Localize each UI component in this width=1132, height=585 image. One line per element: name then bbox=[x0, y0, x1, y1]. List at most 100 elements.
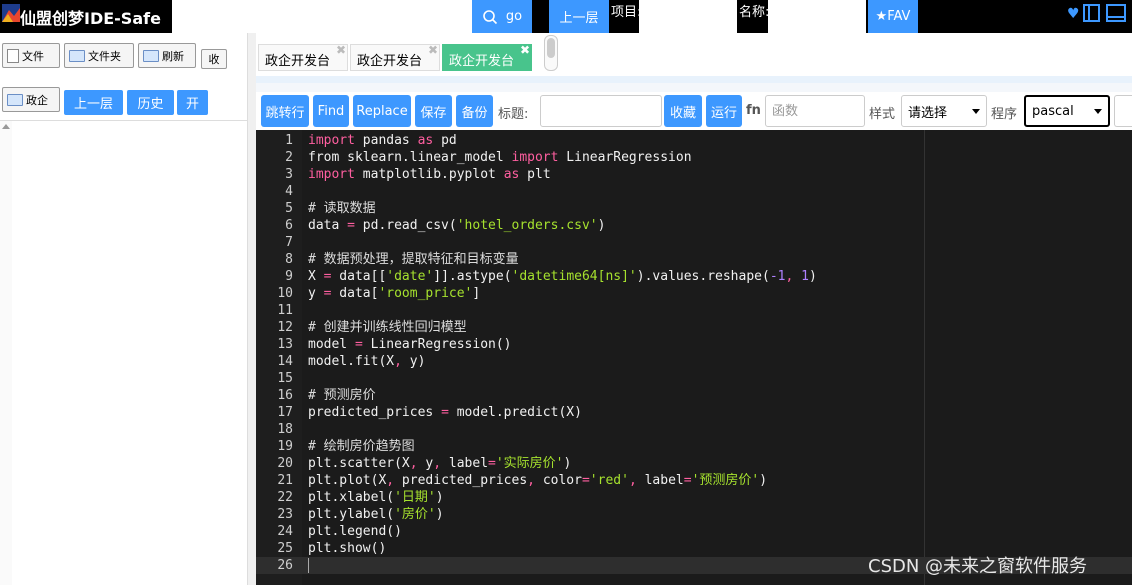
code-token: # 绘制房价趋势图 bbox=[308, 439, 415, 454]
toggle-panel-icon[interactable] bbox=[1106, 4, 1126, 22]
code-line[interactable]: 24 plt.legend() bbox=[256, 523, 1132, 540]
code-token: 'room_price' bbox=[378, 286, 473, 301]
code-line[interactable]: 20 plt.scatter(X, y, label='实际房价') bbox=[256, 455, 1132, 472]
go-button[interactable]: go bbox=[472, 0, 532, 33]
new-folder-button[interactable]: 文件夹 bbox=[64, 43, 134, 68]
line-code-text: model.fit(X, y) bbox=[308, 353, 425, 370]
code-token: = bbox=[581, 473, 590, 488]
code-line[interactable]: 2 from sklearn.linear_model import Linear… bbox=[256, 149, 1132, 166]
open-button[interactable]: 开 bbox=[177, 90, 208, 115]
extra-input[interactable] bbox=[1114, 95, 1132, 127]
code-token: plt.ylabel( bbox=[308, 507, 395, 522]
app-title: 仙盟创梦IDE-Safe bbox=[20, 9, 161, 28]
code-token: ) bbox=[759, 473, 768, 488]
code-editor[interactable]: 1 import pandas as pd 2 from sklearn.linear… bbox=[256, 130, 1132, 585]
code-token: label bbox=[636, 473, 684, 488]
line-number: 6 bbox=[285, 218, 293, 233]
line-number: 25 bbox=[277, 541, 293, 556]
code-line[interactable]: 12 # 创建并训练线性回归模型 bbox=[256, 319, 1132, 336]
close-icon[interactable]: ✖ bbox=[428, 43, 438, 57]
save-button[interactable]: 保存 bbox=[415, 95, 452, 127]
code-line[interactable]: 19 # 绘制房价趋势图 bbox=[256, 438, 1132, 455]
backup-button[interactable]: 备份 bbox=[456, 95, 493, 127]
line-code-text: plt.plot(X, predicted_prices, color='red… bbox=[308, 472, 767, 489]
code-token: y) bbox=[401, 354, 426, 369]
code-token: , bbox=[386, 473, 395, 488]
title-input[interactable] bbox=[540, 95, 662, 127]
code-line[interactable]: 1 import pandas as pd bbox=[256, 132, 1132, 149]
tab-editor-2[interactable]: 政企开发台 ✖ bbox=[350, 43, 440, 71]
code-token: = bbox=[441, 405, 449, 420]
code-line[interactable]: 4 bbox=[256, 183, 1132, 200]
code-line[interactable]: 11 bbox=[256, 302, 1132, 319]
history-button[interactable]: 历史 bbox=[127, 90, 174, 115]
code-token: plt.legend() bbox=[308, 524, 402, 539]
line-number: 19 bbox=[277, 439, 293, 454]
code-token: ).values.reshape( bbox=[636, 269, 770, 284]
code-line[interactable]: 21 plt.plot(X, predicted_prices, color='r… bbox=[256, 472, 1132, 489]
fav-button[interactable]: ★FAV bbox=[868, 0, 918, 33]
code-line[interactable]: 14 model.fit(X, y) bbox=[256, 353, 1132, 370]
program-language-select[interactable]: pascal bbox=[1024, 95, 1110, 127]
tab-editor-1[interactable]: 政企开发台 ✖ bbox=[258, 43, 348, 71]
code-line[interactable]: 8 # 数据预处理，提取特征和目标变量 bbox=[256, 251, 1132, 268]
code-line[interactable]: 18 bbox=[256, 421, 1132, 438]
editor-toolbar: 跳转行 Find Replace 保存 备份 标题: 收藏 运行 fn 样式 请… bbox=[256, 92, 1132, 130]
heart-icon[interactable]: ♥ bbox=[1067, 6, 1080, 22]
line-number: 23 bbox=[277, 507, 293, 522]
code-token: ]].astype( bbox=[433, 269, 512, 284]
new-file-button[interactable]: 文件 bbox=[2, 43, 60, 68]
code-token: LinearRegression() bbox=[362, 337, 512, 352]
project-input[interactable] bbox=[639, 0, 737, 33]
code-token: = bbox=[683, 473, 692, 488]
code-token: ) bbox=[597, 218, 606, 233]
code-line[interactable]: 6 data = pd.read_csv('hotel_orders.csv') bbox=[256, 217, 1132, 234]
editor-tab-bar: 政企开发台 ✖ 政企开发台 ✖ 政企开发台 ✖ bbox=[256, 33, 1132, 76]
code-token: # 读取数据 bbox=[308, 201, 376, 216]
refresh-button[interactable]: 刷新 bbox=[138, 43, 196, 68]
bookmark-button[interactable]: 收藏 bbox=[664, 95, 702, 127]
run-button[interactable]: 运行 bbox=[706, 95, 742, 127]
close-icon[interactable]: ✖ bbox=[336, 43, 346, 57]
replace-button[interactable]: Replace bbox=[353, 95, 411, 127]
toggle-sidebar-icon[interactable] bbox=[1083, 4, 1100, 22]
code-line[interactable]: 3 import matplotlib.pyplot as plt bbox=[256, 166, 1132, 183]
parent-dir-button[interactable]: 上一层 bbox=[549, 0, 609, 33]
code-line[interactable]: 22 plt.xlabel('日期') bbox=[256, 489, 1132, 506]
code-line[interactable]: 23 plt.ylabel('房价') bbox=[256, 506, 1132, 523]
file-tree-scrollbar[interactable] bbox=[0, 121, 12, 585]
goto-line-button[interactable]: 跳转行 bbox=[261, 95, 309, 127]
project-label: 项目: bbox=[611, 5, 642, 20]
tab-scrollbar[interactable] bbox=[544, 35, 558, 71]
function-input[interactable] bbox=[765, 95, 865, 127]
code-token: -1 bbox=[769, 269, 786, 284]
gov-folder-button[interactable]: 政企 bbox=[2, 87, 60, 112]
code-token: , bbox=[409, 456, 418, 471]
sidebar-splitter[interactable] bbox=[247, 33, 256, 585]
new-folder-label: 文件夹 bbox=[88, 49, 121, 63]
top-bar: 仙盟创梦IDE-Safe go 上一层 项目: 名称: ★FAV ♥ bbox=[0, 0, 1132, 33]
code-line[interactable]: 7 bbox=[256, 234, 1132, 251]
sidebar-parent-dir-button[interactable]: 上一层 bbox=[64, 90, 123, 115]
collapse-sidebar-button[interactable]: 收 bbox=[201, 49, 227, 69]
scroll-up-arrow-icon[interactable] bbox=[2, 124, 10, 129]
code-line[interactable]: 9 X = data[['date']].astype('datetime64[n… bbox=[256, 268, 1132, 285]
tab-editor-3-active[interactable]: 政企开发台 ✖ bbox=[442, 43, 532, 71]
code-line[interactable]: 16 # 预测房价 bbox=[256, 387, 1132, 404]
program-label: 程序 bbox=[991, 107, 1018, 122]
code-line[interactable]: 13 model = LinearRegression() bbox=[256, 336, 1132, 353]
code-line[interactable]: 17 predicted_prices = model.predict(X) bbox=[256, 404, 1132, 421]
code-token: 'hotel_orders.csv' bbox=[456, 218, 598, 233]
find-button[interactable]: Find bbox=[313, 95, 349, 127]
name-input[interactable] bbox=[768, 0, 866, 33]
code-token: as bbox=[417, 133, 434, 148]
code-line[interactable]: 10 y = data['room_price'] bbox=[256, 285, 1132, 302]
path-input[interactable] bbox=[172, 0, 472, 33]
close-icon[interactable]: ✖ bbox=[520, 43, 530, 57]
code-line[interactable]: 15 bbox=[256, 370, 1132, 387]
code-line[interactable]: 5 # 读取数据 bbox=[256, 200, 1132, 217]
tab-label: 政企开发台 bbox=[265, 54, 331, 69]
line-number: 22 bbox=[277, 490, 293, 505]
style-select[interactable]: 请选择 bbox=[901, 95, 987, 127]
